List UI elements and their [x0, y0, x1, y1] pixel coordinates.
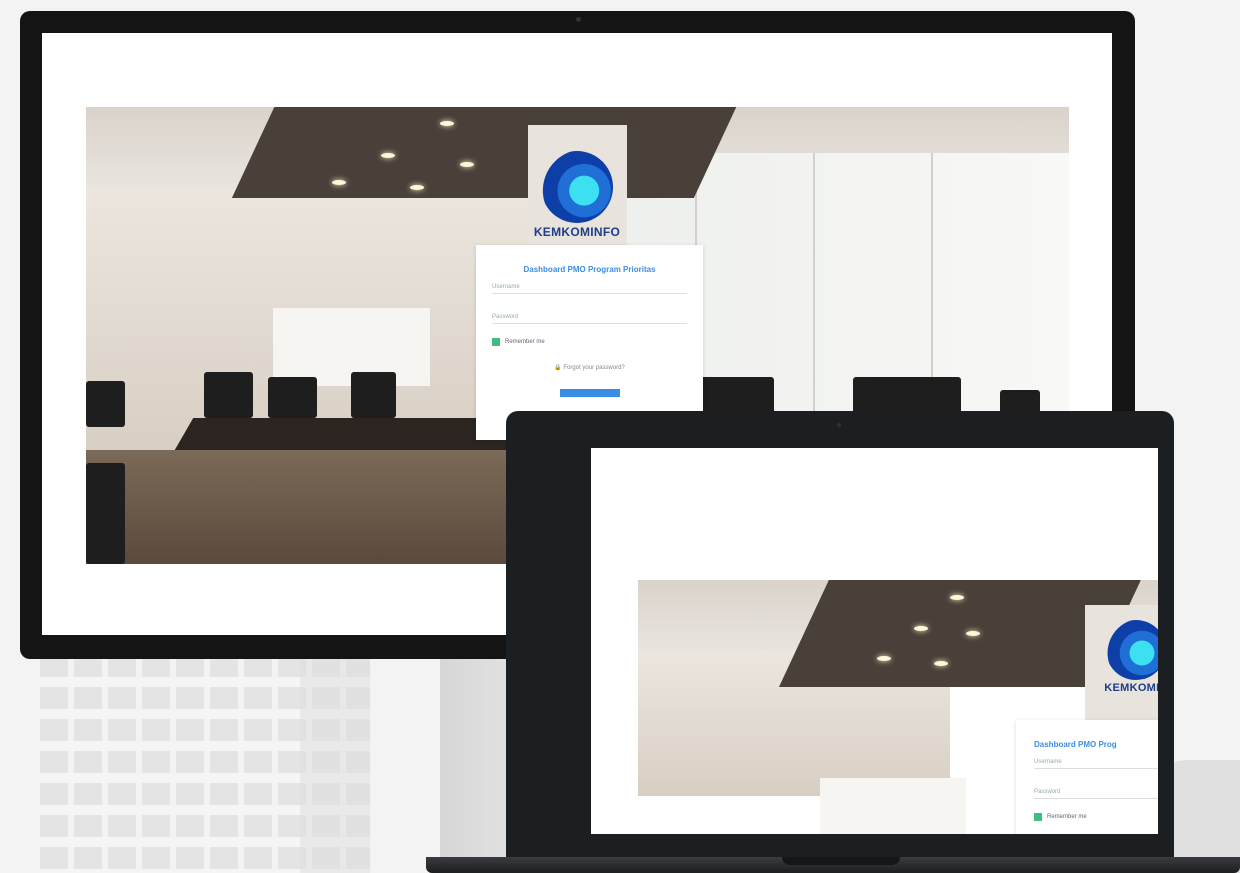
laptop-remember-me-checkbox[interactable]: Remember me — [1034, 813, 1158, 821]
lock-icon: 🔒 — [554, 365, 562, 371]
username-input[interactable]: Username — [492, 284, 687, 294]
laptop-notch — [782, 857, 900, 865]
laptop: KEMKOMIN Dashboard PMO Prog Username Pas… — [506, 411, 1174, 857]
kemkominfo-logo: KEMKOMINFO — [527, 151, 627, 239]
laptop-logo-icon — [1106, 620, 1158, 680]
checkbox-icon — [492, 338, 500, 346]
laptop-screen: KEMKOMIN Dashboard PMO Prog Username Pas… — [591, 448, 1158, 834]
login-button[interactable] — [559, 389, 620, 397]
remember-me-checkbox[interactable]: Remember me — [492, 338, 687, 346]
laptop-login-title: Dashboard PMO Prog — [1034, 740, 1117, 749]
laptop-remember-me-label: Remember me — [1047, 814, 1087, 820]
background-tower — [300, 655, 370, 873]
logo-text: KEMKOMINFO — [533, 225, 621, 239]
laptop-kemkominfo-logo: KEMKOMIN — [1091, 620, 1158, 694]
laptop-base — [426, 857, 1240, 873]
remember-me-label: Remember me — [505, 339, 545, 345]
laptop-login-card: Dashboard PMO Prog Username Password Rem… — [1016, 720, 1158, 834]
monitor-camera — [576, 17, 581, 22]
kemkominfo-logo-icon — [541, 151, 613, 223]
laptop-camera — [837, 423, 841, 427]
laptop-logo-text: KEMKOMIN — [1104, 682, 1158, 694]
forgot-password-link[interactable]: 🔒 Forgot your password? — [476, 364, 703, 371]
laptop-username-input[interactable]: Username — [1034, 759, 1158, 769]
password-input[interactable]: Password — [492, 314, 687, 324]
laptop-password-input[interactable]: Password — [1034, 789, 1158, 799]
login-title: Dashboard PMO Program Prioritas — [523, 265, 656, 274]
laptop-checkbox-icon — [1034, 813, 1042, 821]
forgot-password-label: Forgot your password? — [563, 365, 625, 371]
